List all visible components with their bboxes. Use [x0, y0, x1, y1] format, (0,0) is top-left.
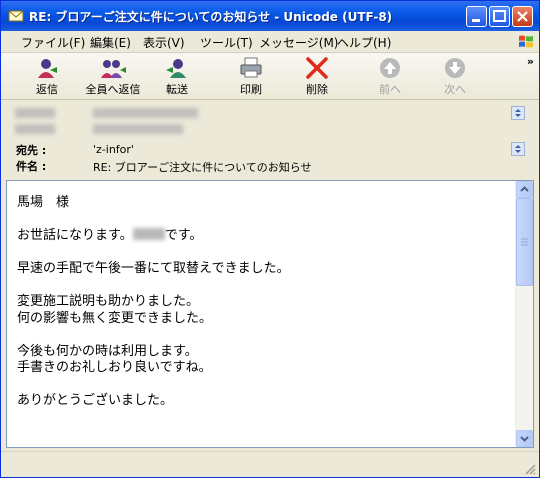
next-label: 次へ	[444, 83, 466, 96]
title-bar[interactable]: RE: ブロアーご注文に件についてのお知らせ - Unicode (UTF-8)	[1, 1, 539, 31]
reply-label: 返信	[36, 83, 58, 96]
message-body-pane[interactable]: 馬場 様 お世話になります。 です。 早速の手配で午後一番にて取替えできました。 …	[6, 180, 534, 448]
menu-tools[interactable]: ツール(T)	[200, 34, 253, 51]
forward-icon	[166, 59, 186, 78]
reply-all-icon	[101, 60, 126, 78]
delete-button[interactable]: 削除	[287, 55, 347, 97]
reply-all-label: 全員へ返信	[85, 83, 141, 96]
window-title: RE: ブロアーご注文に件についてのお知らせ - Unicode (UTF-8)	[29, 10, 393, 24]
print-label: 印刷	[240, 83, 262, 96]
toolbar-overflow-chevron-icon[interactable]: »	[527, 55, 534, 68]
message-line	[17, 212, 512, 229]
greeting-text: お世話になります。	[17, 228, 133, 243]
printer-icon	[240, 57, 262, 78]
message-line: 馬場 様	[17, 195, 70, 210]
close-icon	[517, 11, 528, 22]
previous-button[interactable]: 前へ	[360, 55, 420, 97]
to-label: 宛先 :	[16, 144, 47, 157]
print-button[interactable]: 印刷	[221, 55, 281, 97]
scroll-up-icon	[520, 186, 529, 192]
reply-all-button[interactable]: 全員へ返信	[83, 55, 143, 97]
reply-button[interactable]: 返信	[17, 55, 77, 97]
windows-logo-icon	[519, 35, 533, 48]
minimize-icon	[472, 19, 480, 22]
message-line: 早速の手配で午後一番にて取替えできました。	[17, 261, 290, 276]
scroll-grip-icon	[521, 238, 528, 246]
menu-bar: ファイル(F) 編集(E) 表示(V) ツール(T) メッセージ(M) ヘルプ(…	[1, 31, 539, 53]
close-button[interactable]	[512, 6, 533, 27]
menu-message[interactable]: メッセージ(M)	[259, 34, 338, 51]
message-line: 変更施工説明も助かりました。	[17, 294, 200, 309]
recipients-expand-icon[interactable]	[511, 142, 525, 156]
toolbar: 返信 全員へ返信 転送 印刷 削除 前へ 次へ »	[1, 53, 539, 100]
up-arrow-icon	[380, 58, 400, 78]
vertical-scrollbar[interactable]	[515, 181, 533, 447]
message-line: 何の影響も無く変更できました。	[17, 310, 213, 326]
greeting-suffix: です。	[164, 228, 203, 243]
from-value-redacted	[93, 108, 198, 118]
message-line	[17, 245, 512, 262]
maximize-icon	[493, 10, 506, 22]
menu-help[interactable]: ヘルプ(H)	[337, 34, 391, 51]
message-line: お世話になります。 です。	[17, 228, 512, 245]
scroll-thumb[interactable]	[516, 198, 533, 286]
subject-value: RE: ブロアーご注文に件についてのお知らせ	[93, 161, 312, 174]
message-line	[17, 278, 512, 295]
scroll-down-icon	[520, 436, 529, 442]
status-bar	[1, 451, 539, 477]
message-window: RE: ブロアーご注文に件についてのお知らせ - Unicode (UTF-8)…	[0, 0, 540, 478]
delete-icon	[306, 57, 328, 79]
resize-grip-icon[interactable]	[524, 463, 536, 475]
next-button[interactable]: 次へ	[425, 55, 485, 97]
date-label-redacted	[15, 124, 55, 134]
scroll-down-button[interactable]	[516, 430, 533, 447]
delete-label: 削除	[306, 83, 328, 96]
minimize-button[interactable]	[466, 6, 487, 27]
date-value-redacted	[93, 124, 183, 134]
forward-label: 転送	[166, 83, 188, 96]
menu-file[interactable]: ファイル(F)	[21, 34, 85, 51]
subject-label: 件名 :	[16, 160, 47, 173]
reply-icon	[38, 59, 57, 78]
header-expand-icon[interactable]	[511, 106, 525, 120]
message-line: 手書きのお礼しおり良いですね。	[17, 360, 212, 375]
message-line	[17, 327, 512, 344]
previous-label: 前へ	[379, 83, 401, 96]
menu-view[interactable]: 表示(V)	[143, 34, 185, 51]
message-header-pane: 宛先 : 'z-infor' 件名 : RE: ブロアーご注文に件についてのお知…	[1, 100, 539, 178]
forward-button[interactable]: 転送	[147, 55, 207, 97]
to-value: 'z-infor'	[93, 143, 134, 156]
message-line: ありがとうございました。	[17, 393, 174, 408]
message-text: 馬場 様 お世話になります。 です。 早速の手配で午後一番にて取替えできました。 …	[17, 195, 512, 410]
sender-name-redacted	[132, 228, 165, 240]
message-line	[17, 377, 512, 394]
scroll-up-button[interactable]	[516, 181, 533, 198]
down-arrow-icon	[445, 58, 465, 78]
envelope-icon	[8, 10, 24, 22]
from-label-redacted	[15, 108, 55, 118]
maximize-button[interactable]	[489, 6, 510, 27]
message-line: 今後も何かの時は利用します。	[17, 343, 198, 359]
menu-edit[interactable]: 編集(E)	[90, 34, 131, 51]
